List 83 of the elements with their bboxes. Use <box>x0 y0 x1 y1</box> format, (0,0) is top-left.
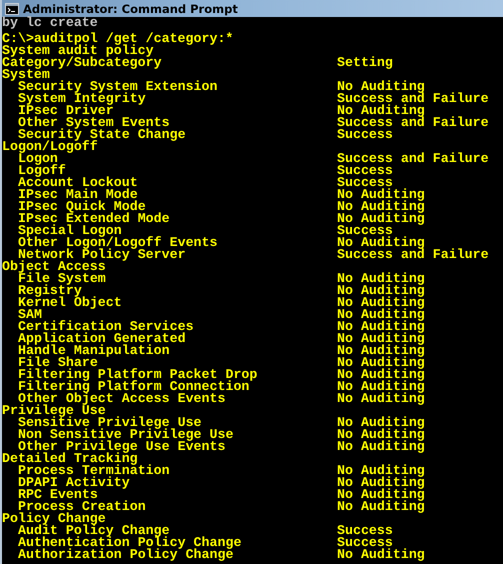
console-output: by lc create <box>2 17 98 29</box>
audit-setting: No Auditing <box>337 345 426 357</box>
subcategory-name: Logon <box>18 153 58 165</box>
subcategory-name: Audit Policy Change <box>18 525 170 537</box>
audit-setting: Success <box>337 225 393 237</box>
audit-setting: No Auditing <box>337 501 426 513</box>
audit-setting: Success <box>337 129 394 141</box>
subcategory-name: Kernel Object <box>18 297 122 309</box>
subcategory-name: Certification Services <box>18 321 194 333</box>
category-name: Policy Change <box>2 513 106 525</box>
subcategory-name: File System <box>18 273 106 285</box>
audit-setting: No Auditing <box>337 189 426 201</box>
audit-setting: No Auditing <box>337 429 426 441</box>
audit-setting: Success and Failure <box>337 93 490 105</box>
audit-setting: Success <box>337 525 394 537</box>
subcategory-name: Logoff <box>18 165 66 177</box>
audit-setting: No Auditing <box>337 441 426 453</box>
category-name: System <box>2 69 50 81</box>
audit-setting: Success and Failure <box>337 249 490 261</box>
subcategory-name: RPC Events <box>18 489 98 501</box>
audit-setting: No Auditing <box>337 321 426 333</box>
subcategory-name: Non Sensitive Privilege Use <box>18 429 234 441</box>
subcategory-name: Other Privilege Use Events <box>18 441 226 453</box>
subcategory-name: Special Logon <box>18 225 122 237</box>
command-line: C:\>auditpol /get /category:* <box>2 33 234 45</box>
subcategory-name: DPAPI Activity <box>18 477 130 489</box>
audit-setting: No Auditing <box>337 105 426 117</box>
subcategory-name: Other System Events <box>18 117 170 129</box>
audit-setting: No Auditing <box>337 369 426 381</box>
audit-setting: Success and Failure <box>337 117 490 129</box>
audit-setting: No Auditing <box>337 285 426 297</box>
subcategory-name: Security State Change <box>18 129 186 141</box>
subcategory-name: Application Generated <box>18 333 186 345</box>
subcategory-name: SAM <box>18 309 42 321</box>
subcategory-name: System Integrity <box>18 93 146 105</box>
audit-setting: No Auditing <box>337 309 426 321</box>
subcategory-name: Sensitive Privilege Use <box>18 417 202 429</box>
audit-setting: No Auditing <box>337 297 426 309</box>
audit-setting: No Auditing <box>337 333 426 345</box>
subcategory-name: File Share <box>18 357 98 369</box>
subcategory-name: Other Logon/Logoff Events <box>18 237 218 249</box>
audit-setting: No Auditing <box>337 237 426 249</box>
audit-setting: No Auditing <box>337 549 426 561</box>
subcategory-name: IPsec Main Mode <box>18 189 138 201</box>
column-header: Setting <box>337 57 394 69</box>
subcategory-name: Registry <box>18 285 82 297</box>
category-name: Object Access <box>2 261 106 273</box>
category-name: Logon/Logoff <box>2 141 98 153</box>
subcategory-name: Authentication Policy Change <box>18 537 242 549</box>
audit-setting: No Auditing <box>337 81 426 93</box>
subcategory-name: Security System Extension <box>18 81 218 93</box>
audit-setting: Success <box>337 537 393 549</box>
audit-setting: No Auditing <box>337 201 426 213</box>
audit-setting: Success <box>337 165 394 177</box>
output-heading: System audit policy <box>2 45 154 57</box>
audit-setting: No Auditing <box>337 393 426 405</box>
column-header: Category/Subcategory <box>2 57 162 69</box>
window-title: Administrator: Command Prompt <box>23 2 238 16</box>
category-name: Detailed Tracking <box>2 453 138 465</box>
audit-setting: No Auditing <box>337 465 426 477</box>
subcategory-name: Process Termination <box>18 465 170 477</box>
subcategory-name: IPsec Quick Mode <box>18 201 146 213</box>
audit-setting: No Auditing <box>337 489 426 501</box>
audit-setting: No Auditing <box>337 357 426 369</box>
subcategory-name: Filtering Platform Packet Drop <box>18 369 258 381</box>
subcategory-name: IPsec Driver <box>18 105 114 117</box>
console-icon <box>5 2 19 14</box>
category-name: Privilege Use <box>2 405 106 417</box>
subcategory-name: Handle Manipulation <box>18 345 170 357</box>
audit-setting: No Auditing <box>337 477 426 489</box>
audit-setting: No Auditing <box>337 381 426 393</box>
audit-setting: No Auditing <box>337 273 426 285</box>
subcategory-name: Filtering Platform Connection <box>18 381 250 393</box>
audit-setting: No Auditing <box>337 213 426 225</box>
subcategory-name: IPsec Extended Mode <box>18 213 170 225</box>
subcategory-name: Authorization Policy Change <box>18 549 234 561</box>
subcategory-name: Process Creation <box>18 501 146 513</box>
subcategory-name: Account Lockout <box>18 177 138 189</box>
audit-setting: No Auditing <box>337 417 426 429</box>
subcategory-name: Other Object Access Events <box>18 393 226 405</box>
audit-setting: Success and Failure <box>337 153 490 165</box>
subcategory-name: Network Policy Server <box>18 249 186 261</box>
audit-setting: Success <box>337 177 393 189</box>
